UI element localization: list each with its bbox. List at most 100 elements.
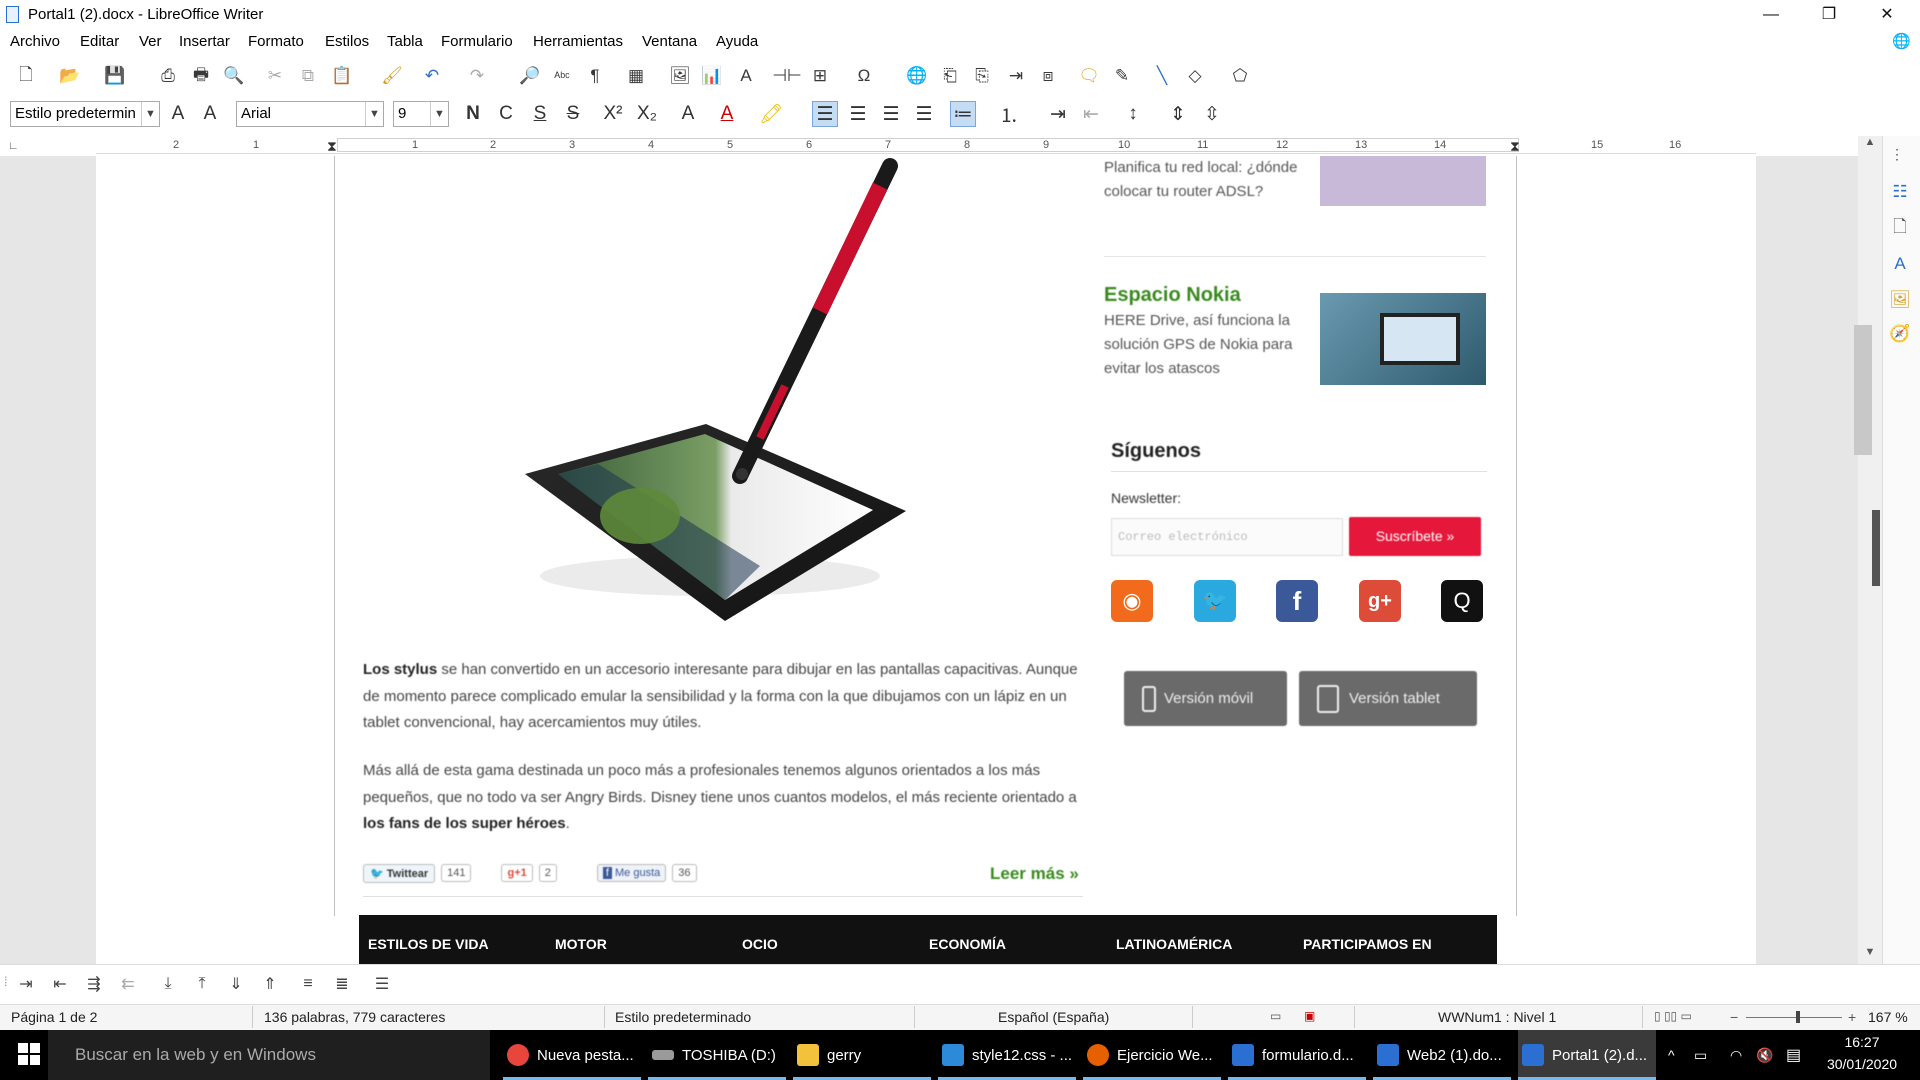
move-down-icon[interactable]: ⤓ (156, 972, 180, 996)
menu-formato[interactable]: Formato (248, 33, 304, 50)
menu-archivo[interactable]: Archivo (10, 33, 60, 50)
line-icon[interactable]: ╲ (1150, 64, 1174, 88)
taskbar-app-folder[interactable]: gerry (793, 1030, 931, 1080)
nav-estilos-de-vida[interactable]: ESTILOS DE VIDA (368, 936, 489, 952)
menu-ventana[interactable]: Ventana (642, 33, 697, 50)
increase-paragraph-spacing-icon[interactable]: ⇕ (1165, 101, 1191, 127)
superscript-button[interactable]: X² (600, 101, 626, 127)
cross-reference-icon[interactable]: ⧈ (1036, 64, 1060, 88)
view-layout-icons[interactable]: ▯ ▯▯ ▭ (1654, 1009, 1692, 1023)
wifi-icon[interactable]: ◠ (1730, 1030, 1742, 1080)
move-up-icon[interactable]: ⤒ (190, 972, 214, 996)
restart-numbering-icon[interactable]: ≣ (330, 972, 354, 996)
subscript-button[interactable]: X₂ (634, 101, 660, 127)
nav-latinoamerica[interactable]: LATINOAMÉRICA (1116, 936, 1232, 952)
scroll-up-icon[interactable]: ▲ (1858, 136, 1882, 152)
insert-field-icon[interactable]: ⊞ (808, 64, 832, 88)
print-icon[interactable]: 🖶 (189, 64, 213, 88)
twitter-icon[interactable]: 🐦 (1194, 580, 1236, 622)
font-name-select[interactable]: Arial ▼ (236, 101, 384, 127)
promote-icon[interactable]: ⇤ (48, 972, 72, 996)
nav-economia[interactable]: ECONOMÍA (929, 936, 1006, 952)
hyperlink-icon[interactable]: 🌐 (905, 64, 929, 88)
rss-icon[interactable]: ◉ (1111, 580, 1153, 622)
track-changes-icon[interactable]: ✎ (1110, 64, 1134, 88)
word-count-status[interactable]: 136 palabras, 779 caracteres (264, 1009, 445, 1025)
new-document-icon[interactable]: 🗋 (14, 64, 38, 88)
strikethrough-button[interactable]: S (560, 101, 586, 127)
paste-icon[interactable]: 📋 (330, 64, 354, 88)
nav-motor[interactable]: MOTOR (555, 936, 607, 952)
clock-time[interactable]: 16:27 (1822, 1034, 1902, 1050)
insert-table-icon[interactable]: ▦ (624, 64, 648, 88)
menu-ayuda[interactable]: Ayuda (716, 33, 758, 50)
font-color-icon[interactable]: A (714, 101, 740, 127)
notification-icon[interactable]: ▤ (1786, 1030, 1801, 1080)
increase-indent-icon[interactable]: ⇥ (1045, 101, 1071, 127)
menu-herramientas[interactable]: Herramientas (533, 33, 623, 50)
save-icon[interactable]: 💾 (103, 64, 127, 88)
clear-formatting-icon[interactable]: A (675, 101, 701, 127)
demote-icon[interactable]: ⇥ (14, 972, 38, 996)
sidebar-collapse-handle[interactable] (1872, 510, 1880, 586)
menu-estilos[interactable]: Estilos (325, 33, 369, 50)
endnote-icon[interactable]: ⎘ (970, 64, 994, 88)
scroll-down-icon[interactable]: ▼ (1858, 946, 1882, 962)
menu-formulario[interactable]: Formulario (441, 33, 513, 50)
zoom-in-icon[interactable]: + (1848, 1009, 1856, 1025)
move-down-subpoints-icon[interactable]: ⇓ (224, 972, 248, 996)
properties-icon[interactable]: ☷ (1888, 180, 1912, 204)
bullets-numbering-dialog-icon[interactable]: ☰ (370, 972, 394, 996)
toolbar-grip[interactable]: ⁞ (4, 974, 8, 989)
gplus-button[interactable]: g+1 (501, 864, 533, 882)
styles-icon[interactable]: A (1888, 252, 1912, 276)
taskbar-app-drive[interactable]: TOSHIBA (D:) (648, 1030, 786, 1080)
clock-date[interactable]: 30/01/2020 (1822, 1056, 1902, 1072)
gallery-icon[interactable]: 🖼 (1888, 288, 1912, 312)
redo-icon[interactable]: ↷ (465, 64, 489, 88)
list-level-status[interactable]: WWNum1 : Nivel 1 (1438, 1009, 1556, 1025)
insert-chart-icon[interactable]: 📊 (700, 64, 724, 88)
cut-icon[interactable]: ✂ (263, 64, 287, 88)
unnumbered-entry-icon[interactable]: ≡ (296, 972, 320, 996)
taskbar-app-writer-portal1[interactable]: Portal1 (2).d... (1518, 1030, 1656, 1080)
page-style-status[interactable]: Estilo predeterminado (615, 1009, 751, 1025)
clone-formatting-icon[interactable]: 🖌 (380, 64, 404, 88)
nokia-title[interactable]: Espacio Nokia (1104, 284, 1241, 307)
line-spacing-icon[interactable]: ↕ (1120, 101, 1146, 127)
menu-editar[interactable]: Editar (80, 33, 119, 50)
document-modified-icon[interactable]: ▣ (1304, 1009, 1315, 1023)
restore-button[interactable]: ❐ (1806, 0, 1852, 30)
facebook-icon[interactable]: f (1276, 580, 1318, 622)
battery-icon[interactable]: ▭ (1694, 1030, 1707, 1080)
decrease-indent-icon[interactable]: ⇤ (1078, 101, 1104, 127)
special-character-icon[interactable]: Ω (852, 64, 876, 88)
bold-button[interactable]: N (460, 101, 486, 127)
mobile-version-button[interactable]: Versión móvil (1124, 671, 1287, 726)
undo-icon[interactable]: ↶ (420, 64, 444, 88)
highlight-icon[interactable]: 🖍 (758, 101, 784, 127)
read-more-link[interactable]: Leer más » (990, 864, 1079, 884)
paragraph-style-select[interactable]: Estilo predetermin ▼ (10, 101, 160, 127)
zoom-level[interactable]: 167 % (1868, 1009, 1908, 1025)
tweet-button[interactable]: 🐦 Twittear (363, 863, 436, 883)
export-pdf-icon[interactable]: ⎙ (156, 64, 180, 88)
sidebar-top-article[interactable]: Planifica tu red local: ¿dónde colocar t… (1104, 156, 1304, 204)
globe-icon[interactable]: 🌐 (1892, 32, 1911, 50)
find-replace-icon[interactable]: 🔎 (518, 64, 542, 88)
italic-button[interactable]: C (493, 101, 519, 127)
numbered-list-icon[interactable]: ⒈ (996, 101, 1022, 127)
insert-mode-icon[interactable]: ▭ (1270, 1009, 1281, 1023)
text-box-icon[interactable]: A (734, 64, 758, 88)
other-social-icon[interactable]: Q (1441, 580, 1483, 622)
page-icon[interactable]: 🗋 (1888, 216, 1912, 240)
insert-image-icon[interactable]: 🖼 (668, 64, 692, 88)
print-preview-icon[interactable]: 🔍 (222, 64, 246, 88)
shapes-icon[interactable]: ◇ (1183, 64, 1207, 88)
taskbar-app-firefox[interactable]: Ejercicio We... (1083, 1030, 1221, 1080)
nav-ocio[interactable]: OCIO (742, 936, 778, 952)
menu-ver[interactable]: Ver (139, 33, 162, 50)
show-hidden-icons[interactable]: ^ (1668, 1030, 1675, 1080)
footnote-icon[interactable]: ⎗ (938, 64, 962, 88)
copy-icon[interactable]: ⧉ (296, 64, 320, 88)
